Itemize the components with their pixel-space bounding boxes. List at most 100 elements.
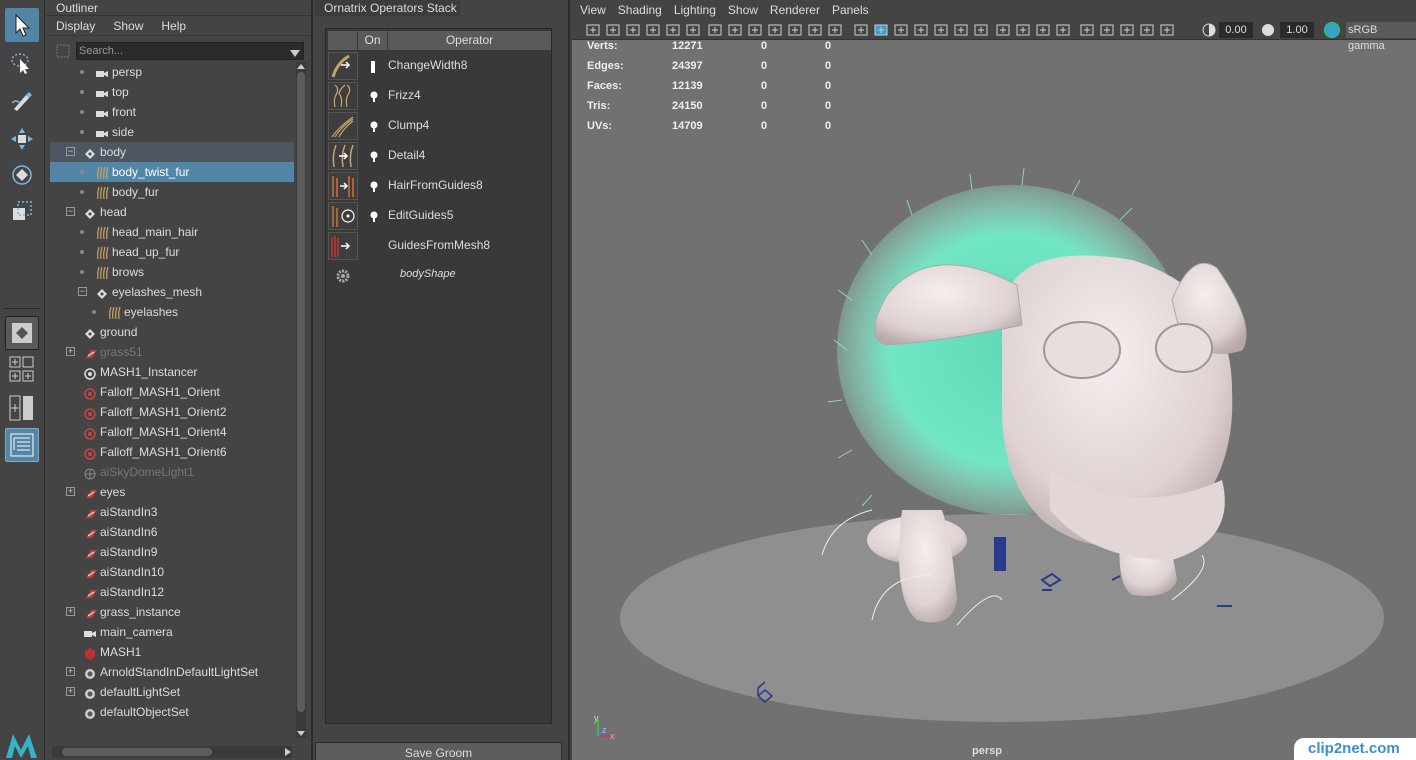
xray-joints-icon[interactable] xyxy=(1100,23,1114,37)
operator-row-detail[interactable]: Detail4 xyxy=(328,141,551,171)
outliner-item[interactable]: + grass_instance xyxy=(50,602,294,622)
four-view-layout-icon[interactable] xyxy=(5,353,39,385)
color-space-select[interactable]: sRGB gamma xyxy=(1346,22,1416,52)
detail-on-icon[interactable] xyxy=(369,151,379,162)
smooth-shade-icon[interactable] xyxy=(874,23,888,37)
menu-show[interactable]: Show xyxy=(728,3,758,17)
outliner-hscroll-thumb[interactable] xyxy=(62,748,212,756)
rotate-tool-icon[interactable] xyxy=(5,158,39,192)
collapse-icon[interactable]: − xyxy=(66,207,75,216)
changewidth-on-icon[interactable] xyxy=(371,61,375,73)
wireframe-icon[interactable] xyxy=(854,23,868,37)
outliner-vscroll-thumb[interactable] xyxy=(297,72,305,712)
outliner-item[interactable]: Falloff_MASH1_Orient xyxy=(50,382,294,402)
search-input[interactable]: Search... xyxy=(76,42,304,60)
outliner-item[interactable]: aiStandIn6 xyxy=(50,522,294,542)
filter-icon[interactable] xyxy=(56,43,70,62)
default-material-icon[interactable] xyxy=(894,23,908,37)
multisample-aa-icon[interactable] xyxy=(1016,23,1030,37)
outliner-item[interactable]: − head xyxy=(50,202,294,222)
gamma-icon[interactable] xyxy=(1160,23,1174,37)
safe-action-icon[interactable] xyxy=(808,23,822,37)
outliner-item[interactable]: Falloff_MASH1_Orient4 xyxy=(50,422,294,442)
use-all-lights-icon[interactable] xyxy=(934,23,948,37)
motion-blur-icon[interactable] xyxy=(996,23,1010,37)
resolution-gate-icon[interactable] xyxy=(748,23,762,37)
outliner-item[interactable]: MASH1 xyxy=(50,642,294,662)
paint-select-tool-icon[interactable] xyxy=(5,84,39,118)
outliner-item[interactable]: MASH1_Instancer xyxy=(50,362,294,382)
outliner-item[interactable]: head_main_hair xyxy=(50,222,294,242)
outliner-item[interactable]: brows xyxy=(50,262,294,282)
outliner-horizontal-scrollbar[interactable] xyxy=(52,746,292,758)
outliner-item[interactable]: aiStandIn3 xyxy=(50,502,294,522)
menu-view[interactable]: View xyxy=(580,3,606,17)
exposure-toggle-icon[interactable] xyxy=(1202,23,1216,37)
outliner-item[interactable]: ground xyxy=(50,322,294,342)
two-view-layout-icon[interactable] xyxy=(5,392,39,424)
menu-lighting[interactable]: Lighting xyxy=(674,3,716,17)
expand-icon[interactable]: + xyxy=(66,347,75,356)
outliner-item[interactable]: Falloff_MASH1_Orient2 xyxy=(50,402,294,422)
outliner-item[interactable]: body_twist_fur xyxy=(50,162,294,182)
expand-icon[interactable]: + xyxy=(66,607,75,616)
hairfromguides-on-icon[interactable] xyxy=(369,181,379,192)
expand-icon[interactable]: + xyxy=(66,687,75,696)
lasso-tool-icon[interactable] xyxy=(5,46,39,80)
select-tool-icon[interactable] xyxy=(5,8,39,42)
operator-row-editguides[interactable]: EditGuides5 xyxy=(328,201,551,231)
depth-of-field-icon[interactable] xyxy=(1036,23,1050,37)
camera-select-icon[interactable] xyxy=(586,23,600,37)
grease-pencil-icon[interactable] xyxy=(666,23,680,37)
outliner-item[interactable]: main_camera xyxy=(50,622,294,642)
viewport-panel[interactable]: View Shading Lighting Show Renderer Pane… xyxy=(572,0,1416,760)
outliner-vertical-scrollbar[interactable] xyxy=(296,62,306,738)
single-perspective-layout-icon[interactable] xyxy=(5,316,39,350)
expand-icon[interactable]: + xyxy=(66,667,75,676)
film-gate-icon[interactable] xyxy=(728,23,742,37)
outliner-item[interactable]: − eyelashes_mesh xyxy=(50,282,294,302)
operator-row-clump[interactable]: Clump4 xyxy=(328,111,551,141)
gamma-toggle-icon[interactable] xyxy=(1261,23,1275,37)
menu-panels[interactable]: Panels xyxy=(832,3,869,17)
save-groom-button[interactable]: Save Groom xyxy=(315,742,562,760)
textured-icon[interactable] xyxy=(914,23,928,37)
gate-mask-icon[interactable] xyxy=(768,23,782,37)
outliner-item[interactable]: aiSkyDomeLight1 xyxy=(50,462,294,482)
outliner-item[interactable]: aiStandIn10 xyxy=(50,562,294,582)
menu-shading[interactable]: Shading xyxy=(618,3,662,17)
menu-show[interactable]: Show xyxy=(113,19,143,33)
header-operator[interactable]: Operator xyxy=(388,31,551,50)
camera-attributes-icon[interactable] xyxy=(606,23,620,37)
outliner-item[interactable]: aiStandIn9 xyxy=(50,542,294,562)
outliner-item[interactable]: head_up_fur xyxy=(50,242,294,262)
outliner-item[interactable]: + eyes xyxy=(50,482,294,502)
outliner-item[interactable]: + grass51 xyxy=(50,342,294,362)
menu-display[interactable]: Display xyxy=(56,19,95,33)
outliner-item[interactable]: eyelashes xyxy=(50,302,294,322)
bookmark-icon[interactable] xyxy=(626,23,640,37)
operator-row-hairfromguides[interactable]: HairFromGuides8 xyxy=(328,171,551,201)
gamma-field[interactable]: 1.00 xyxy=(1280,22,1314,38)
shadows-icon[interactable] xyxy=(954,23,968,37)
isolate-select-icon[interactable] xyxy=(1056,23,1070,37)
2d-pan-zoom-icon[interactable] xyxy=(686,23,700,37)
frizz-on-icon[interactable] xyxy=(369,91,379,102)
scale-tool-icon[interactable] xyxy=(5,194,39,228)
exposure-field[interactable]: 0.00 xyxy=(1219,22,1253,38)
outliner-item[interactable]: side xyxy=(50,122,294,142)
outliner-item[interactable]: − body xyxy=(50,142,294,162)
operator-row-frizz[interactable]: Frizz4 xyxy=(328,81,551,111)
exposure-icon[interactable] xyxy=(1140,23,1154,37)
operator-row-bodyshape[interactable]: bodyShape xyxy=(328,261,551,291)
screen-space-ao-icon[interactable] xyxy=(974,23,988,37)
outliner-item[interactable]: front xyxy=(50,102,294,122)
operator-row-changewidth[interactable]: ChangeWidth8 xyxy=(328,51,551,81)
editguides-on-icon[interactable] xyxy=(369,211,379,222)
safe-title-icon[interactable] xyxy=(828,23,842,37)
backface-culling-icon[interactable] xyxy=(1120,23,1134,37)
search-dropdown-icon[interactable] xyxy=(290,47,300,61)
image-plane-icon[interactable] xyxy=(646,23,660,37)
color-management-icon[interactable] xyxy=(1324,22,1340,38)
outliner-item[interactable]: persp xyxy=(50,62,294,82)
